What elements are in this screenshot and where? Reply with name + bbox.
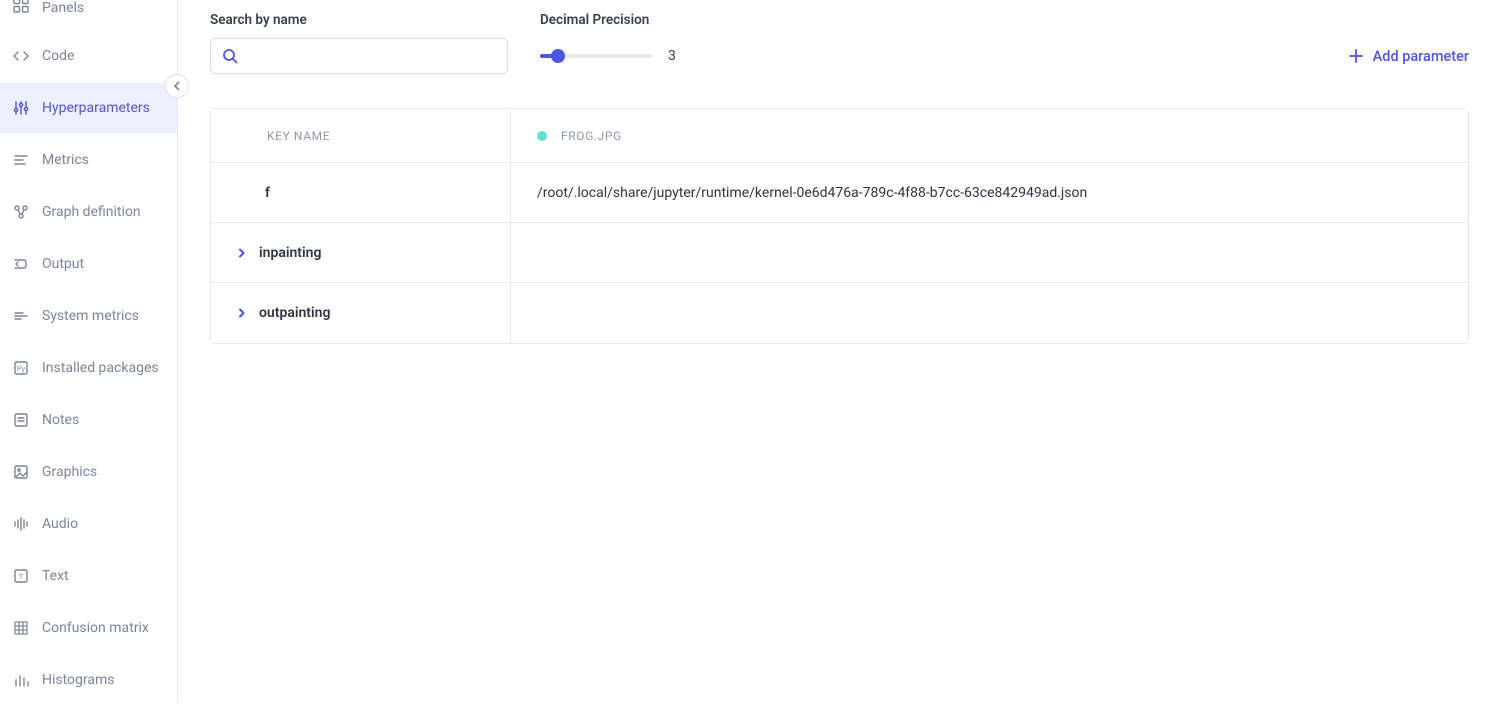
value-cell: /root/.local/share/jupyter/runtime/kerne…	[511, 163, 1468, 222]
sidebar-item-label: Graphics	[42, 464, 97, 480]
precision-group: Decimal Precision 3	[540, 12, 676, 74]
sliders-icon	[12, 99, 30, 117]
search-icon	[222, 48, 238, 64]
sidebar-item-label: Metrics	[42, 152, 89, 168]
expand-row-button[interactable]	[235, 306, 249, 320]
table-row: outpainting	[211, 283, 1468, 343]
sidebar: Panels Code Hyperparameters Metrics	[0, 0, 178, 703]
sidebar-item-label: Output	[42, 256, 84, 272]
sidebar-item-label: Audio	[42, 516, 78, 532]
sidebar-collapse-button[interactable]	[165, 74, 189, 98]
sidebar-item-label: System metrics	[42, 308, 139, 324]
search-input[interactable]	[210, 38, 508, 74]
add-parameter-button[interactable]: Add parameter	[1349, 38, 1469, 74]
svg-text:Py: Py	[17, 366, 26, 373]
sidebar-item-audio[interactable]: Audio	[0, 498, 177, 550]
search-group: Search by name	[210, 12, 508, 74]
text-icon: T	[12, 567, 30, 585]
value-cell	[511, 283, 1468, 343]
sidebar-item-label: Installed packages	[42, 360, 159, 376]
sidebar-item-label: Hyperparameters	[42, 100, 150, 116]
precision-row: 3	[540, 38, 676, 74]
notes-icon	[12, 411, 30, 429]
sidebar-item-confusion-matrix[interactable]: Confusion matrix	[0, 602, 177, 654]
search-wrap	[210, 38, 508, 74]
sidebar-item-graphics[interactable]: Graphics	[0, 446, 177, 498]
sidebar-item-text[interactable]: T Text	[0, 550, 177, 602]
table-row: inpainting	[211, 223, 1468, 283]
sidebar-item-installed-packages[interactable]: Py Installed packages	[0, 342, 177, 394]
slider-thumb	[551, 49, 565, 63]
key-name: outpainting	[259, 305, 330, 321]
graph-icon	[12, 203, 30, 221]
table-row: f /root/.local/share/jupyter/runtime/ker…	[211, 163, 1468, 223]
sidebar-item-label: Panels	[42, 0, 84, 16]
sidebar-item-label: Histograms	[42, 672, 115, 688]
sidebar-item-graph-definition[interactable]: Graph definition	[0, 186, 177, 238]
output-icon	[12, 255, 30, 273]
precision-value: 3	[668, 48, 676, 64]
sidebar-item-panels[interactable]: Panels	[0, 0, 177, 30]
header-key-cell: KEY NAME	[211, 109, 511, 162]
plus-icon	[1349, 49, 1363, 63]
sidebar-item-label: Confusion matrix	[42, 620, 149, 636]
sidebar-item-output[interactable]: Output	[0, 238, 177, 290]
main-content: Search by name Decimal Precision 3	[178, 0, 1497, 703]
key-name: f	[265, 185, 270, 201]
audio-icon	[12, 515, 30, 533]
sidebar-item-histograms[interactable]: Histograms	[0, 654, 177, 706]
system-metrics-icon	[12, 307, 30, 325]
sidebar-item-hyperparameters[interactable]: Hyperparameters	[0, 82, 177, 134]
svg-text:T: T	[19, 574, 24, 581]
image-icon	[12, 463, 30, 481]
sidebar-item-notes[interactable]: Notes	[0, 394, 177, 446]
expand-row-button[interactable]	[235, 246, 249, 260]
value-cell	[511, 223, 1468, 282]
search-label: Search by name	[210, 12, 508, 28]
key-cell: outpainting	[211, 283, 511, 343]
precision-label: Decimal Precision	[540, 12, 676, 28]
sidebar-item-system-metrics[interactable]: System metrics	[0, 290, 177, 342]
sidebar-item-code[interactable]: Code	[0, 30, 177, 82]
table-header-row: KEY NAME FROG.JPG	[211, 109, 1468, 163]
status-dot-icon	[537, 131, 547, 141]
sidebar-item-metrics[interactable]: Metrics	[0, 134, 177, 186]
package-icon: Py	[12, 359, 30, 377]
code-icon	[12, 47, 30, 65]
chevron-left-icon	[172, 81, 182, 91]
hyperparameters-table: KEY NAME FROG.JPG f /root/.local/share/j…	[210, 108, 1469, 344]
histogram-icon	[12, 671, 30, 689]
chevron-right-icon	[237, 308, 247, 318]
toolbar: Search by name Decimal Precision 3	[210, 12, 1469, 74]
sidebar-item-label: Text	[42, 568, 69, 584]
header-value-cell: FROG.JPG	[511, 109, 1468, 162]
key-cell: f	[211, 163, 511, 222]
chevron-right-icon	[237, 248, 247, 258]
metrics-icon	[12, 151, 30, 169]
sidebar-item-label: Graph definition	[42, 204, 141, 220]
header-value-label: FROG.JPG	[561, 129, 622, 143]
sidebar-item-label: Notes	[42, 412, 79, 428]
key-cell: inpainting	[211, 223, 511, 282]
add-parameter-label: Add parameter	[1373, 48, 1469, 65]
key-name: inpainting	[259, 245, 321, 261]
sidebar-item-label: Code	[42, 48, 74, 64]
matrix-icon	[12, 619, 30, 637]
panels-icon	[12, 0, 30, 14]
precision-slider[interactable]	[540, 54, 652, 58]
header-key-label: KEY NAME	[267, 129, 330, 143]
